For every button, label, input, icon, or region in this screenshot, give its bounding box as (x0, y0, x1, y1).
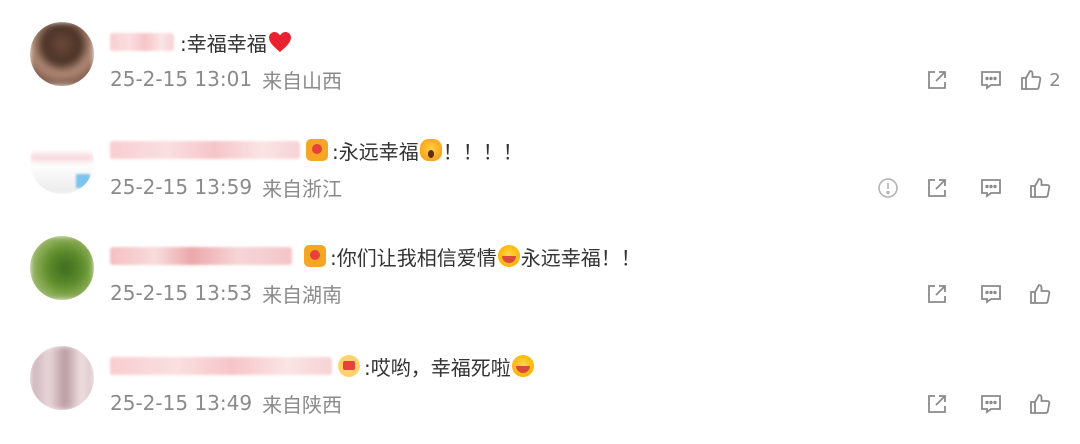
comment-meta: 25-2-15 13:53 来自湖南 (110, 278, 342, 308)
comment-button[interactable] (964, 172, 1018, 204)
comment-date: 25-2-15 13:49 (110, 391, 253, 415)
comment-line: :哎哟，幸福死啦 (110, 348, 535, 384)
comment-button[interactable] (964, 278, 1018, 310)
comment-text: :永远幸福 (332, 139, 419, 164)
like-button[interactable] (1018, 172, 1062, 204)
comment-line: :永远幸福 ！！！！ (110, 132, 523, 168)
comment-actions: 2 (910, 64, 1062, 96)
comment-text: :哎哟，幸福死啦 (364, 355, 511, 380)
member-badge-icon (304, 245, 326, 267)
comment-item: :你们让我相信爱情 永远幸福！！ 25-2-15 13:53 来自湖南 (0, 228, 1080, 336)
avatar[interactable] (30, 22, 94, 86)
comment-item: :幸福幸福 25-2-15 13:01 来自山西 2 (0, 12, 1080, 120)
thumbs-up-icon (1030, 178, 1051, 198)
comment-meta: 25-2-15 13:01 来自山西 (110, 64, 342, 94)
comment-line: :你们让我相信爱情 永远幸福！！ (110, 238, 641, 274)
report-button[interactable] (866, 172, 910, 204)
comment-actions (866, 172, 1062, 204)
comment-actions (910, 278, 1062, 310)
comment-date: 25-2-15 13:59 (110, 175, 253, 199)
username[interactable] (110, 357, 332, 375)
comment-location: 来自浙江 (262, 176, 343, 201)
heart-icon (268, 31, 292, 53)
comment-meta: 25-2-15 13:59 来自浙江 (110, 172, 342, 202)
username[interactable] (110, 141, 300, 159)
comment-location: 来自山西 (262, 68, 343, 93)
comment-button[interactable] (964, 64, 1018, 96)
comment-item: :永远幸福 ！！！！ 25-2-15 13:59 来自浙江 (0, 120, 1080, 228)
share-icon (928, 285, 946, 303)
like-button[interactable]: 2 (1018, 64, 1062, 96)
share-button[interactable] (910, 278, 964, 310)
comment-item: :哎哟，幸福死啦 25-2-15 13:49 来自陕西 (0, 336, 1080, 444)
comment-icon (981, 71, 1001, 90)
comment-date: 25-2-15 13:01 (110, 67, 253, 91)
share-icon (928, 395, 946, 413)
shocked-face-icon (419, 139, 442, 161)
comment-meta: 25-2-15 13:49 来自陕西 (110, 388, 342, 418)
comment-location: 来自陕西 (262, 392, 343, 417)
share-button[interactable] (910, 64, 964, 96)
avatar[interactable] (30, 346, 94, 410)
username[interactable] (110, 247, 292, 265)
comment-icon (981, 179, 1001, 198)
comment-actions (910, 388, 1062, 420)
comment-date: 25-2-15 13:53 (110, 281, 253, 305)
share-button[interactable] (910, 172, 964, 204)
share-icon (928, 179, 946, 197)
like-button[interactable] (1018, 388, 1062, 420)
avatar[interactable] (30, 236, 94, 300)
like-count: 2 (1049, 69, 1061, 91)
laughing-face-icon (497, 245, 520, 267)
avatar[interactable] (30, 130, 94, 194)
comment-text-suffix: 永远幸福！！ (520, 245, 641, 270)
thumbs-up-icon (1030, 394, 1051, 414)
comment-button[interactable] (964, 388, 1018, 420)
report-icon (878, 178, 898, 198)
username[interactable] (110, 33, 174, 51)
like-button[interactable] (1018, 278, 1062, 310)
comment-icon (981, 395, 1001, 414)
comment-line: :幸福幸福 (110, 24, 293, 60)
comment-text: :幸福幸福 (180, 31, 267, 56)
share-button[interactable] (910, 388, 964, 420)
laughing-face-icon (511, 355, 534, 377)
crown-badge-icon (338, 355, 360, 377)
comment-icon (981, 285, 1001, 304)
comment-location: 来自湖南 (262, 282, 343, 307)
comment-text: :你们让我相信爱情 (330, 245, 497, 270)
member-badge-icon (306, 139, 328, 161)
thumbs-up-icon (1030, 284, 1051, 304)
thumbs-up-icon (1021, 70, 1042, 90)
share-icon (928, 71, 946, 89)
comment-text-suffix: ！！！！ (442, 139, 523, 164)
